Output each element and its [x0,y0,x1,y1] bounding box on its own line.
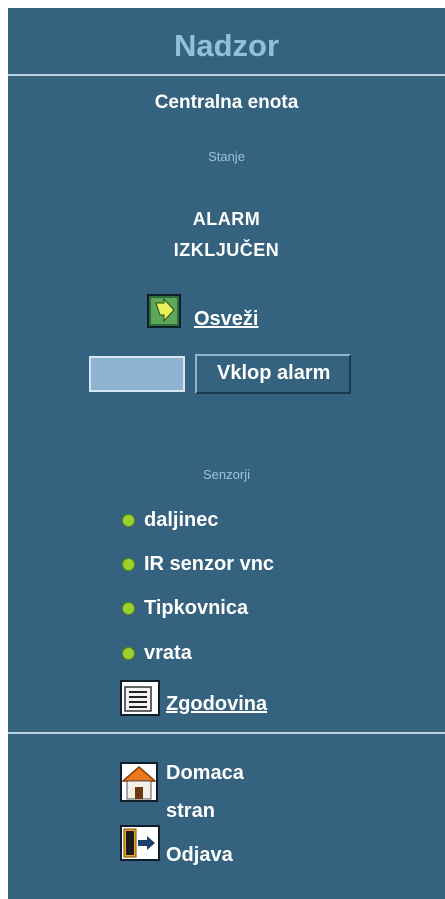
history-list-icon[interactable] [120,680,160,721]
sensor-name: daljinec [144,508,219,531]
sensor-status-dot [122,601,135,615]
sensor-status-dot [122,513,135,527]
state-label: Stanje [208,149,245,164]
arm-alarm-button[interactable]: Vklop alarm [195,354,351,394]
monitor-panel: Nadzor Centralna enota Stanje ALARM IZKL… [8,8,445,899]
unit-name: Centralna enota [154,92,299,113]
sensor-item[interactable]: Tipkovnica [122,594,248,622]
alarm-status: ALARM IZKLJUČEN [8,204,445,266]
divider-top [8,74,445,76]
alarm-status-line1: ALARM [192,209,261,229]
divider-bottom [8,732,445,734]
logout-door-icon[interactable] [120,825,160,866]
sensor-item[interactable]: IR senzor vnc [122,550,274,578]
home-link-line1[interactable]: Domaca [166,762,244,785]
sensor-name: vrata [144,641,192,664]
sensor-item[interactable]: vrata [122,639,192,667]
logout-link[interactable]: Odjava [166,844,233,867]
sensor-name: IR senzor vnc [144,552,275,575]
home-link-line2[interactable]: stran [166,800,215,823]
sensor-name: Tipkovnica [144,596,249,619]
history-link[interactable]: Zgodovina [166,693,267,716]
sensor-item[interactable]: daljinec [122,506,218,534]
sensors-label: Senzorji [203,467,250,482]
refresh-link[interactable]: Osveži [194,308,258,331]
page-title: Nadzor [173,28,280,63]
refresh-arrow-icon[interactable] [147,294,181,333]
sensor-status-dot [122,557,135,571]
alarm-status-line2: IZKLJUČEN [173,240,280,260]
home-icon[interactable] [120,762,158,807]
sensor-status-dot [122,646,135,660]
alarm-code-input[interactable] [89,356,185,392]
